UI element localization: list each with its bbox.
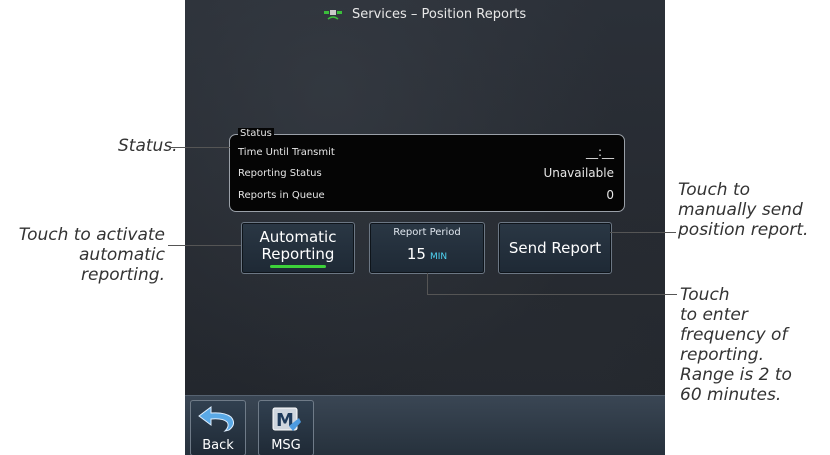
- status-row-reporting: Reporting Status Unavailable: [238, 166, 614, 180]
- annotation-period: Touch to enter frequency of reporting. R…: [680, 285, 792, 405]
- send-report-button[interactable]: Send Report: [498, 222, 612, 274]
- report-period-button[interactable]: Report Period 15 MIN: [369, 222, 485, 274]
- button-label: Automatic Reporting: [242, 229, 354, 263]
- status-row-time: Time Until Transmit __:__: [238, 145, 614, 159]
- bottom-bar: Back M MSG: [185, 395, 665, 455]
- status-row-queue: Reports in Queue 0: [238, 188, 614, 202]
- status-panel: Status Time Until Transmit __:__ Reporti…: [229, 128, 625, 212]
- leader-line-send: [610, 232, 676, 233]
- annotation-status: Status.: [118, 136, 178, 156]
- annotation-line: frequency of: [680, 325, 788, 345]
- msg-button[interactable]: M MSG: [258, 400, 314, 455]
- report-period-value-row: 15 MIN: [370, 245, 484, 263]
- annotation-line: Range is 2 to: [680, 365, 792, 385]
- annotation-line: Touch: [680, 285, 730, 305]
- msg-label: MSG: [271, 438, 301, 453]
- leader-line-status: [170, 147, 230, 148]
- report-period-label: Report Period: [393, 227, 461, 238]
- report-period-unit: MIN: [429, 252, 448, 262]
- leader-line-period-horizontal: [427, 294, 677, 295]
- page-title-text: Services – Position Reports: [351, 7, 527, 22]
- annotation-line: manually send: [678, 200, 803, 220]
- satellite-icon: [323, 10, 342, 20]
- active-indicator: [270, 265, 326, 268]
- send-report-label: Send Report: [508, 239, 602, 257]
- back-arrow-icon: [198, 406, 235, 432]
- message-icon: M: [272, 407, 301, 431]
- page-title: Services – Position Reports: [185, 6, 665, 22]
- annotation-line: automatic: [79, 245, 165, 265]
- status-row-label: Reporting Status: [238, 168, 322, 179]
- status-legend: Status: [238, 128, 274, 139]
- annotation-automatic: Touch to activate automatic reporting.: [5, 225, 165, 285]
- status-row-value: Unavailable: [543, 166, 614, 180]
- button-label-line2: Reporting: [261, 245, 335, 263]
- annotation-line: to enter: [680, 305, 748, 325]
- screen: Services – Position Reports Status Time …: [185, 0, 665, 455]
- annotation-line: Touch to activate: [18, 225, 165, 245]
- annotation-send: Touch to manually send position report.: [678, 180, 808, 240]
- automatic-reporting-button[interactable]: Automatic Reporting: [241, 222, 355, 274]
- annotation-line: reporting.: [81, 265, 165, 285]
- status-row-value: 0: [606, 188, 614, 202]
- status-row-label: Reports in Queue: [238, 190, 325, 201]
- status-row-label: Time Until Transmit: [238, 147, 335, 158]
- button-label-line1: Automatic: [259, 228, 337, 246]
- back-button[interactable]: Back: [190, 400, 246, 455]
- status-row-value: __:__: [585, 145, 614, 159]
- annotation-line: 60 minutes.: [680, 385, 782, 405]
- annotation-line: position report.: [678, 220, 809, 240]
- report-period-value: 15: [406, 245, 426, 263]
- back-label: Back: [202, 438, 234, 453]
- leader-line-automatic: [168, 245, 241, 246]
- annotation-line: Touch to: [678, 180, 751, 200]
- annotation-line: reporting.: [680, 345, 764, 365]
- leader-line-period-vertical: [427, 273, 428, 294]
